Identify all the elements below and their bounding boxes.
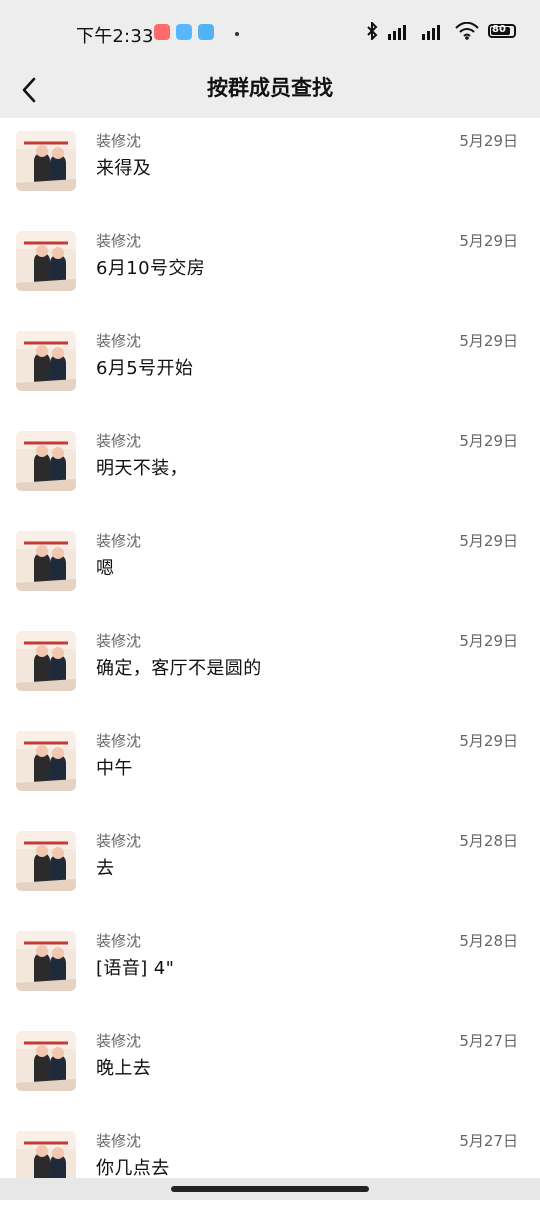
message-row[interactable]: 装修沈 5月29日 确定，客厅不是圆的 [0,618,540,718]
message-text: 来得及 [96,158,152,179]
sender-avatar [16,631,76,691]
sender-avatar [16,1031,76,1091]
sender-name: 装修沈 [96,932,142,950]
battery-icon: 80 [488,24,516,38]
message-text: 6月10号交房 [96,258,206,279]
message-date: 5月27日 [459,1032,518,1050]
sender-name: 装修沈 [96,632,142,650]
sender-name: 装修沈 [96,332,142,350]
message-text: 晚上去 [96,1058,152,1079]
message-date: 5月29日 [459,332,518,350]
sender-avatar [16,531,76,591]
message-date: 5月29日 [459,732,518,750]
message-row[interactable]: 装修沈 5月27日 晚上去 [0,1018,540,1118]
message-row[interactable]: 装修沈 5月29日 中午 [0,718,540,818]
sender-name: 装修沈 [96,232,142,250]
sender-name: 装修沈 [96,532,142,550]
sender-name: 装修沈 [96,832,142,850]
sender-avatar [16,431,76,491]
more-notifications-dot [235,32,239,36]
sender-avatar [16,731,76,791]
message-text: 确定，客厅不是圆的 [96,658,262,679]
message-row[interactable]: 装修沈 5月29日 6月5号开始 [0,318,540,418]
message-date: 5月29日 [459,232,518,250]
message-date: 5月29日 [459,532,518,550]
signal-hd-icon [388,25,406,40]
message-row[interactable]: 装修沈 5月28日 去 [0,818,540,918]
status-app-icons [154,24,214,40]
sender-avatar [16,831,76,891]
app-notification-icon [176,24,192,40]
message-date: 5月27日 [459,1132,518,1150]
message-text: 你几点去 [96,1158,170,1179]
status-bar: 下午2:33 80 [0,0,540,64]
status-time: 下午2:33 [76,26,154,47]
home-indicator[interactable] [171,1186,369,1192]
status-right-icons: 80 [366,22,516,40]
message-date: 5月28日 [459,932,518,950]
sender-name: 装修沈 [96,732,142,750]
app-notification-icon [198,24,214,40]
battery-level: 80 [492,24,506,35]
sender-avatar [16,331,76,391]
message-date: 5月28日 [459,832,518,850]
top-navigation-bar: 按群成员查找 [0,64,540,118]
message-row[interactable]: 装修沈 5月29日 明天不装， [0,418,540,518]
message-list[interactable]: 装修沈 5月29日 来得及 装修沈 5月29日 6月10号交房 装修沈 5月29… [0,118,540,1218]
message-text: 嗯 [96,558,115,579]
message-text: 去 [96,858,115,879]
sender-avatar [16,931,76,991]
message-date: 5月29日 [459,632,518,650]
message-text: 6月5号开始 [96,358,194,379]
sender-avatar [16,131,76,191]
sender-name: 装修沈 [96,432,142,450]
message-row[interactable]: 装修沈 5月29日 嗯 [0,518,540,618]
sender-name: 装修沈 [96,132,142,150]
message-row[interactable]: 装修沈 5月27日 你几点去 [0,1118,540,1218]
page-title: 按群成员查找 [207,76,333,100]
message-row[interactable]: 装修沈 5月29日 6月10号交房 [0,218,540,318]
signal-hd-icon [422,25,440,40]
message-date: 5月29日 [459,432,518,450]
message-row[interactable]: 装修沈 5月28日 [语音] 4" [0,918,540,1018]
bluetooth-icon [367,22,378,40]
app-notification-icon [154,24,170,40]
message-text: [语音] 4" [96,958,175,979]
message-date: 5月29日 [459,132,518,150]
message-row[interactable]: 装修沈 5月29日 来得及 [0,118,540,218]
navigation-gesture-bar [0,1178,540,1200]
sender-name: 装修沈 [96,1032,142,1050]
sender-name: 装修沈 [96,1132,142,1150]
message-text: 明天不装， [96,458,188,479]
wifi-icon [455,22,479,40]
sender-avatar [16,231,76,291]
message-text: 中午 [96,758,133,779]
